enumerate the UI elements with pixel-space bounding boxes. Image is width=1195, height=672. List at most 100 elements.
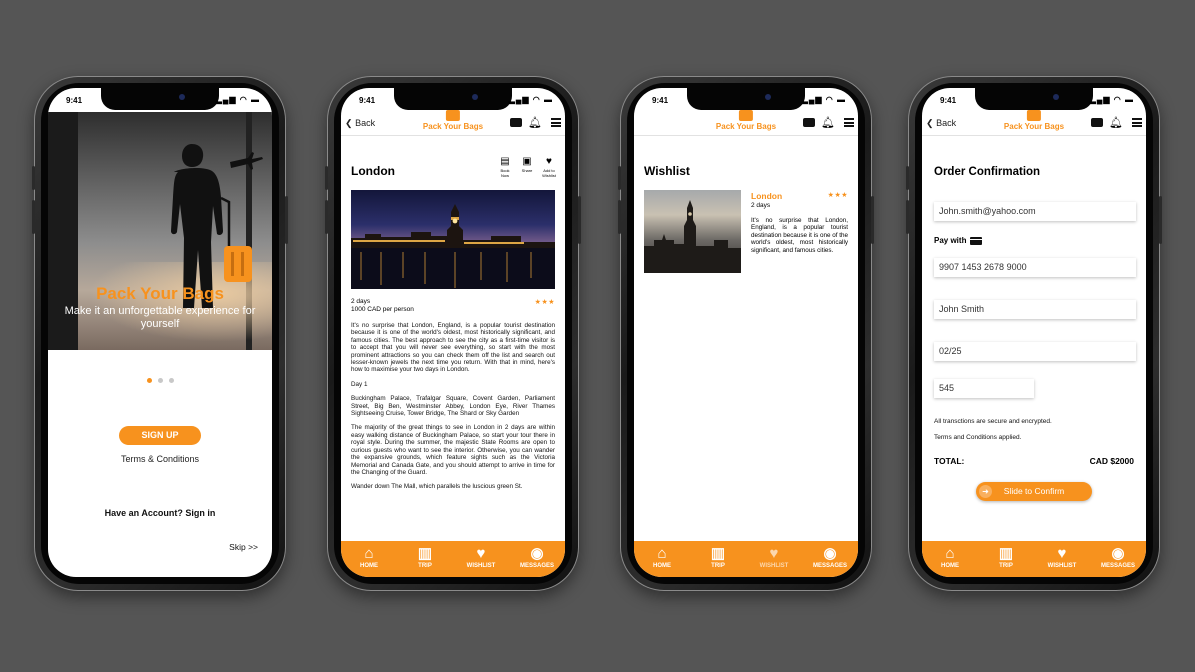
suitcase-icon: ▥ bbox=[998, 545, 1014, 562]
tab-bar: ⌂ HOME ▥ TRIP ♥ WISHLIST ◉ MESSAGES bbox=[922, 541, 1146, 577]
share-button[interactable]: ▣ Share bbox=[519, 156, 535, 178]
expiry-field[interactable]: 02/25 bbox=[934, 342, 1136, 361]
trip-price: 1000 CAD per person bbox=[351, 306, 414, 313]
bell-icon[interactable]: 🔔︎ bbox=[821, 116, 838, 129]
home-icon: ⌂ bbox=[657, 545, 667, 562]
wallet-icon[interactable] bbox=[802, 118, 815, 127]
card-number-field[interactable]: 9907 1453 2678 9000 bbox=[934, 258, 1136, 277]
wishlist-item[interactable]: London 2 days ★★★ It's no surprise that … bbox=[751, 191, 848, 254]
suitcase-icon bbox=[739, 107, 753, 121]
hero-subtitle: Make it an unforgettable experience for … bbox=[64, 305, 256, 330]
home-icon: ⌂ bbox=[945, 545, 955, 562]
status-icons: ▂▄▆ ◠ ▬ bbox=[801, 95, 846, 104]
messenger-icon: ◉ bbox=[530, 545, 544, 562]
messenger-icon: ◉ bbox=[823, 545, 837, 562]
email-field[interactable]: John.smith@yahoo.com bbox=[934, 202, 1136, 221]
tab-home[interactable]: ⌂ HOME bbox=[344, 545, 394, 570]
hero-title: Pack Your Bags bbox=[96, 284, 224, 303]
detail-actions: ▤ Book Now ▣ Share ♥ Add to Wishlist bbox=[497, 156, 557, 178]
description-paragraph: Wander down The Mall, which parallels th… bbox=[351, 483, 523, 491]
app-header: Pack Your Bags 🔔︎ bbox=[634, 107, 858, 136]
tab-messages[interactable]: ◉ MESSAGES bbox=[512, 545, 562, 570]
brand-logo: Pack Your Bags bbox=[1004, 107, 1064, 131]
menu-icon[interactable] bbox=[844, 118, 854, 127]
signin-link[interactable]: Have an Account? Sign in bbox=[48, 508, 272, 518]
brand-logo: Pack Your Bags bbox=[716, 107, 776, 131]
status-time: 9:41 bbox=[66, 96, 83, 105]
wishlist-screen: 9:41 ▂▄▆ ◠ ▬ Pack Your Bags 🔔︎ Wishlist … bbox=[634, 88, 858, 577]
tab-home[interactable]: ⌂ HOME bbox=[925, 545, 975, 570]
tab-bar: ⌂ HOME ▥ TRIP ♥ WISHLIST ◉ MESSAGES bbox=[341, 541, 565, 577]
slide-to-confirm[interactable]: ➜ Slide to Confirm bbox=[976, 482, 1092, 501]
rating-stars: ★★★ bbox=[827, 192, 848, 199]
suitcase-icon: ▥ bbox=[710, 545, 726, 562]
page-dot-2[interactable] bbox=[157, 378, 163, 383]
home-icon: ⌂ bbox=[364, 545, 374, 562]
cvv-field[interactable]: 545 bbox=[934, 379, 1034, 398]
trip-meta: 2 days 1000 CAD per person bbox=[351, 298, 414, 314]
status-icons: ▂▄▆ ◠ ▬ bbox=[1089, 95, 1134, 104]
suitcase-icon bbox=[1027, 107, 1041, 121]
order-screen: 9:41 ▂▄▆ ◠ ▬ ❮ Back Pack Your Bags 🔔︎ Or… bbox=[922, 88, 1146, 577]
tab-wishlist[interactable]: ♥ WISHLIST bbox=[456, 545, 506, 570]
heart-icon: ♥ bbox=[476, 545, 486, 562]
app-header: ❮ Back Pack Your Bags 🔔︎ bbox=[922, 107, 1146, 136]
signup-button[interactable]: SIGN UP bbox=[119, 426, 201, 445]
book-now-button[interactable]: ▤ Book Now bbox=[497, 156, 513, 178]
london-photo bbox=[351, 190, 555, 289]
tab-trip[interactable]: ▥ TRIP bbox=[400, 545, 450, 570]
heart-icon: ♥ bbox=[1057, 545, 1067, 562]
share-icon: ▣ bbox=[522, 156, 532, 167]
phone-wishlist: 9:41 ▂▄▆ ◠ ▬ Pack Your Bags 🔔︎ Wishlist … bbox=[618, 76, 874, 591]
description-paragraph: Buckingham Palace, Trafalgar Square, Cov… bbox=[351, 395, 555, 418]
city-title: London bbox=[351, 164, 395, 178]
back-button[interactable]: ❮ Back bbox=[926, 118, 956, 129]
tab-home[interactable]: ⌂ HOME bbox=[637, 545, 687, 570]
wallet-icon[interactable] bbox=[509, 118, 522, 127]
detail-screen: 9:41 ▂▄▆ ◠ ▬ ❮ Back Pack Your Bags 🔔︎ Lo… bbox=[341, 88, 565, 577]
cardholder-name-field[interactable]: John Smith bbox=[934, 300, 1136, 319]
page-indicator[interactable] bbox=[48, 370, 272, 388]
page-dot-1[interactable] bbox=[146, 378, 152, 383]
hero-image: Pack Your Bags Make it an unforgettable … bbox=[48, 112, 272, 350]
terms-note: Terms and Conditions applied. bbox=[934, 434, 1022, 441]
tab-wishlist[interactable]: ♥ WISHLIST bbox=[1037, 545, 1087, 570]
brand-name: Pack Your Bags bbox=[422, 122, 484, 131]
tab-trip[interactable]: ▥ TRIP bbox=[693, 545, 743, 570]
add-to-wishlist-button[interactable]: ♥ Add to Wishlist bbox=[541, 156, 557, 178]
pay-with-label: Pay with bbox=[934, 236, 983, 245]
phone-onboarding: 9:41 ▂▄▆ ◠ ▬ Pack Your Bags Make it an u… bbox=[32, 76, 288, 591]
total-label: TOTAL: bbox=[934, 456, 965, 466]
wishlist-item-duration: 2 days bbox=[751, 202, 771, 209]
menu-icon[interactable] bbox=[1132, 118, 1142, 127]
app-header: ❮ Back Pack Your Bags 🔔︎ bbox=[341, 107, 565, 136]
bell-icon[interactable]: 🔔︎ bbox=[1109, 116, 1126, 129]
page-title: Order Confirmation bbox=[934, 166, 1041, 178]
trip-duration: 2 days bbox=[351, 298, 371, 305]
tab-trip[interactable]: ▥ TRIP bbox=[981, 545, 1031, 570]
back-button[interactable]: ❮ Back bbox=[345, 118, 375, 129]
status-time: 9:41 bbox=[652, 96, 669, 105]
wishlist-item-photo[interactable] bbox=[644, 190, 741, 273]
menu-icon[interactable] bbox=[551, 118, 561, 127]
order-total: TOTAL: CAD $2000 bbox=[934, 456, 1134, 466]
skip-link[interactable]: Skip >> bbox=[229, 542, 258, 552]
page-dot-3[interactable] bbox=[168, 378, 174, 383]
tab-messages[interactable]: ◉ MESSAGES bbox=[805, 545, 855, 570]
bell-icon[interactable]: 🔔︎ bbox=[528, 116, 545, 129]
description-paragraph: It's no surprise that London, England, i… bbox=[351, 322, 555, 374]
brand-logo: Pack Your Bags bbox=[422, 107, 484, 131]
tab-wishlist[interactable]: ♥ WISHLIST bbox=[749, 546, 799, 570]
suitcase-icon: ▥ bbox=[417, 545, 433, 562]
phone-order: 9:41 ▂▄▆ ◠ ▬ ❮ Back Pack Your Bags 🔔︎ Or… bbox=[906, 76, 1162, 591]
wishlist-item-text: It's no surprise that London, England, i… bbox=[751, 217, 848, 254]
wallet-icon[interactable] bbox=[1090, 118, 1103, 127]
rating-stars: ★★★ bbox=[534, 299, 555, 306]
ticket-icon: ▤ bbox=[500, 156, 510, 167]
tab-messages[interactable]: ◉ MESSAGES bbox=[1093, 546, 1143, 570]
status-icons: ▂▄▆ ◠ ▬ bbox=[508, 95, 553, 104]
arrow-right-icon[interactable]: ➜ bbox=[979, 485, 992, 498]
day-heading: Day 1 bbox=[351, 380, 368, 388]
terms-link[interactable]: Terms & Conditions bbox=[48, 454, 272, 464]
phone-detail: 9:41 ▂▄▆ ◠ ▬ ❮ Back Pack Your Bags 🔔︎ Lo… bbox=[325, 76, 581, 591]
